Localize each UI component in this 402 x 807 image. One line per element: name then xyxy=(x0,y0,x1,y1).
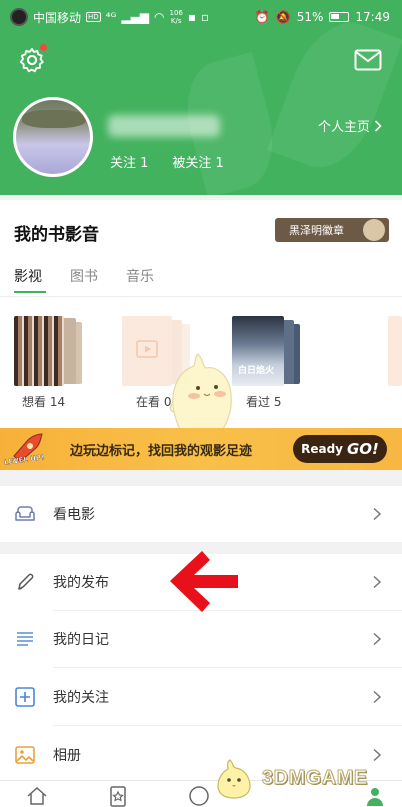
divider xyxy=(0,296,402,297)
watermark-text: 3DMGAME xyxy=(262,766,368,789)
chevron-right-icon xyxy=(373,632,382,646)
chevron-right-icon xyxy=(373,748,382,762)
mail-icon[interactable] xyxy=(354,49,382,71)
media-tabs: 影视 图书 音乐 xyxy=(14,266,154,286)
ready-go-button[interactable]: Ready GO! xyxy=(293,435,387,463)
tab-music[interactable]: 音乐 xyxy=(126,266,154,286)
want-to-watch-count: 想看 14 xyxy=(22,395,66,409)
alarm-icon: ⏰ xyxy=(254,10,270,24)
followers-count[interactable]: 被关注 1 xyxy=(172,152,223,171)
explore-icon[interactable] xyxy=(188,785,210,807)
chevron-right-icon xyxy=(374,119,382,132)
active-tab-indicator xyxy=(14,291,46,293)
menu-item-my-follows[interactable]: 我的关注 xyxy=(0,669,402,725)
red-arrow-annotation xyxy=(170,551,238,612)
chevron-right-icon xyxy=(373,690,382,704)
menu-label: 相册 xyxy=(53,748,81,764)
pencil-icon xyxy=(18,573,34,590)
menu-label: 我的日记 xyxy=(53,632,109,648)
battery-percent: 51% xyxy=(296,10,324,24)
status-bar: 中国移动 HD ⁴ᴳ ▂▄▆ ◠ 106 K/s ▪ ▫ ⏰ 🔕 51% 17:4… xyxy=(0,0,402,34)
watermark: 3DMGAME xyxy=(212,756,368,800)
watermark-chick-logo xyxy=(217,759,251,799)
poster-title: 白日焰火 xyxy=(238,366,275,376)
tab-film[interactable]: 影视 xyxy=(14,266,42,286)
battery-icon xyxy=(329,12,350,22)
watched-count: 看过 5 xyxy=(246,395,282,409)
menu-item-my-diary[interactable]: 我的日记 xyxy=(0,611,402,667)
notification-icon: ▫ xyxy=(201,10,210,24)
signal-bars-icon: ▂▄▆ xyxy=(121,10,150,24)
home-icon[interactable] xyxy=(26,785,48,807)
carrier-name: 中国移动 xyxy=(33,10,82,25)
username-blurred xyxy=(108,115,220,137)
avatar[interactable] xyxy=(13,97,93,177)
menu-item-movies[interactable]: 看电影 xyxy=(0,486,402,542)
tab-books[interactable]: 图书 xyxy=(70,266,98,286)
badge-chip[interactable]: 黑泽明徽章 xyxy=(275,218,389,242)
media-card-title: 我的书影音 xyxy=(14,225,99,245)
empty-cover xyxy=(388,316,402,386)
wifi-icon: ◠ xyxy=(154,10,165,24)
menu-label: 看电影 xyxy=(53,507,95,523)
badge-portrait xyxy=(363,219,385,241)
mute-icon: 🔕 xyxy=(275,10,291,24)
homepage-label: 个人主页 xyxy=(318,120,371,135)
banner-text: 边玩边标记，找回我的观影足迹 xyxy=(70,444,253,459)
image-icon xyxy=(15,746,35,764)
menu-label: 我的发布 xyxy=(53,575,109,591)
homepage-link[interactable]: 个人主页 xyxy=(318,116,382,135)
plus-box-icon xyxy=(15,687,35,707)
notification-dot xyxy=(40,44,47,51)
header-decoration xyxy=(267,9,402,181)
sim-icon: ▪ xyxy=(187,10,197,24)
chevron-right-icon xyxy=(373,507,382,521)
signal-icon: ⁴ᴳ xyxy=(105,10,117,24)
profile-header: 中国移动 HD ⁴ᴳ ▂▄▆ ◠ 106 K/s ▪ ▫ ⏰ 🔕 51% 17:4… xyxy=(0,0,402,195)
lines-icon xyxy=(17,632,33,646)
divider xyxy=(53,667,402,668)
following-count[interactable]: 关注 1 xyxy=(110,152,148,171)
network-speed: 106 K/s xyxy=(169,9,183,25)
sofa-icon xyxy=(15,506,35,521)
divider xyxy=(53,725,402,726)
chevron-right-icon xyxy=(373,575,382,589)
hd-badge: HD xyxy=(86,12,101,22)
watching-count: 在看 0 xyxy=(136,395,172,409)
bookmark-star-icon[interactable] xyxy=(107,785,129,807)
clock-time: 17:49 xyxy=(355,10,390,24)
go-label: GO! xyxy=(346,440,379,458)
movie-poster xyxy=(14,316,64,386)
badge-label: 黑泽明徽章 xyxy=(289,224,344,237)
menu-label: 我的关注 xyxy=(53,690,109,706)
play-placeholder-icon xyxy=(136,340,158,358)
status-app-icon xyxy=(10,8,28,26)
ready-label: Ready xyxy=(301,442,343,456)
